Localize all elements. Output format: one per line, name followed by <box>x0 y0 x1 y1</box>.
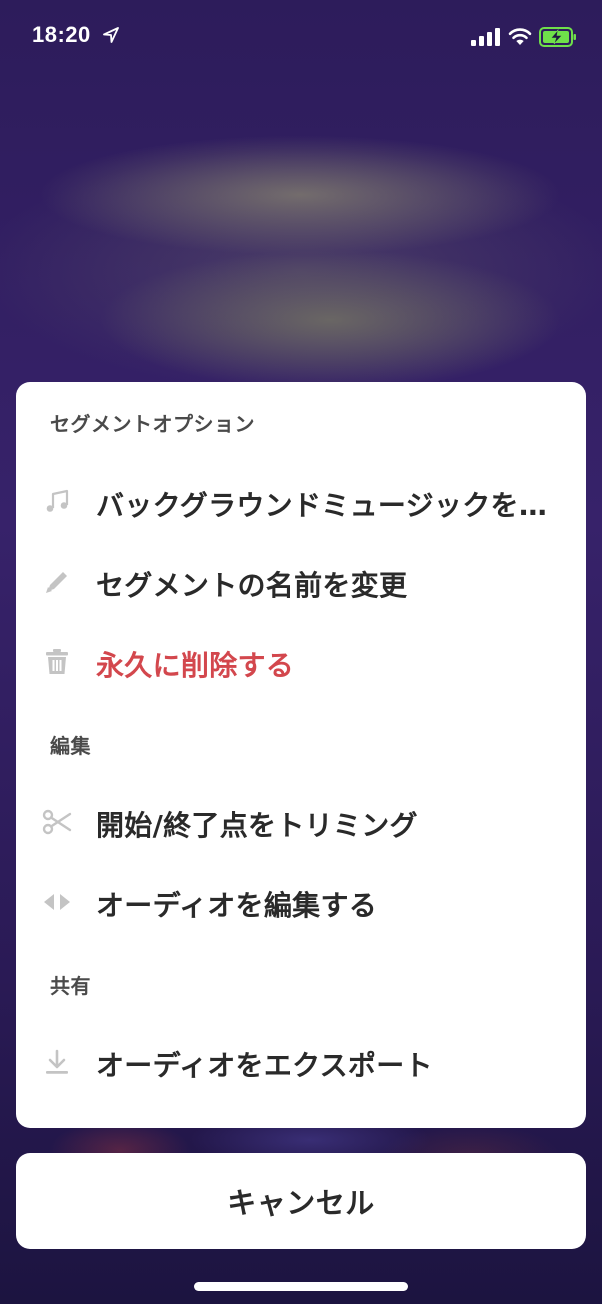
menu-item-edit-audio[interactable]: オーディオを編集する <box>16 866 586 936</box>
menu-item-export-audio[interactable]: オーディオをエクスポート <box>16 1026 586 1096</box>
menu-item-label: 開始/終了点をトリミング <box>96 809 418 842</box>
status-bar: 18:20 <box>0 0 602 76</box>
action-sheet: セグメントオプション バックグラウンドミュージックを… セグメントの名前を変更 <box>16 382 586 1128</box>
left-right-arrows-icon <box>42 887 72 917</box>
cancel-button[interactable]: キャンセル <box>16 1153 586 1249</box>
menu-item-rename-segment[interactable]: セグメントの名前を変更 <box>16 546 586 616</box>
location-arrow-icon <box>103 27 119 43</box>
menu-item-trim[interactable]: 開始/終了点をトリミング <box>16 786 586 856</box>
menu-item-label: バックグラウンドミュージックを… <box>96 489 548 522</box>
menu-item-label: オーディオを編集する <box>96 889 378 922</box>
scissors-icon <box>42 807 72 837</box>
menu-item-label: オーディオをエクスポート <box>96 1049 433 1082</box>
menu-item-label: 永久に削除する <box>96 649 295 682</box>
trash-icon <box>42 647 72 677</box>
menu-item-delete-permanently[interactable]: 永久に削除する <box>16 626 586 696</box>
menu-item-label: セグメントの名前を変更 <box>96 569 408 602</box>
home-indicator <box>194 1282 408 1291</box>
pencil-icon <box>42 567 72 597</box>
signal-bars-icon <box>471 28 500 46</box>
section-header-segment-options: セグメントオプション <box>50 412 255 436</box>
section-header-edit: 編集 <box>50 734 91 758</box>
section-header-share: 共有 <box>50 974 91 998</box>
battery-charging-icon <box>539 27 576 47</box>
download-icon <box>42 1047 72 1077</box>
music-note-icon <box>42 487 72 517</box>
wifi-icon <box>508 28 532 45</box>
status-time: 18:20 <box>32 22 91 47</box>
menu-item-background-music[interactable]: バックグラウンドミュージックを… <box>16 466 586 536</box>
